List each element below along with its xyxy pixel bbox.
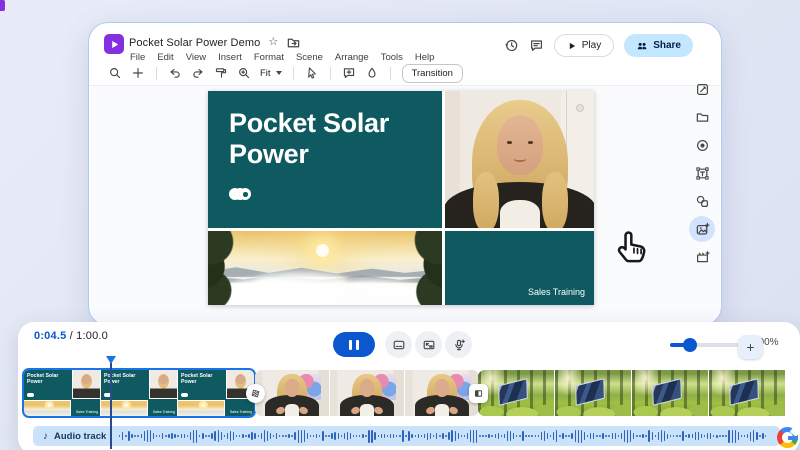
webcam-thumbnail[interactable] — [405, 370, 479, 416]
app-window: Pocket Solar Power Demo ☆ File Edit View… — [88, 22, 722, 326]
presenter-face — [497, 115, 543, 175]
add-icon[interactable] — [131, 66, 145, 80]
add-comment-icon[interactable] — [342, 66, 356, 80]
paint-format-icon[interactable] — [214, 66, 228, 80]
toolbar-separator — [293, 67, 294, 80]
chevron-down-icon — [276, 71, 282, 75]
shapes-icon[interactable] — [689, 188, 715, 214]
brand-logo — [229, 188, 251, 200]
menu-bar: File Edit View Insert Format Scene Arran… — [130, 52, 434, 63]
audio-track[interactable]: ♪ Audio track — [33, 426, 780, 446]
move-folder-icon[interactable] — [286, 35, 301, 50]
menu-view[interactable]: View — [186, 52, 206, 63]
menu-file[interactable]: File — [130, 52, 145, 63]
slide-footer-text: Sales Training — [528, 287, 585, 297]
clips-track: Pocket Solar PowerSales Training Pocket … — [22, 368, 800, 418]
clip-webcam[interactable] — [255, 370, 479, 416]
presenter-video[interactable] — [445, 91, 594, 228]
comments-icon[interactable] — [529, 38, 544, 53]
share-button[interactable]: Share — [624, 34, 693, 57]
menu-insert[interactable]: Insert — [218, 52, 242, 63]
select-cursor-icon[interactable] — [305, 66, 319, 80]
screen: Pocket Solar Power Demo ☆ File Edit View… — [0, 0, 800, 450]
slide-title: Pocket Solar Power — [229, 108, 442, 169]
slide-canvas[interactable]: Pocket Solar Power — [208, 91, 594, 305]
version-history-icon[interactable] — [504, 38, 519, 53]
document-title[interactable]: Pocket Solar Power Demo — [129, 37, 260, 49]
slide-title-block[interactable]: Pocket Solar Power — [208, 91, 442, 228]
webcam-thumbnail[interactable] — [330, 370, 404, 416]
pause-button[interactable] — [333, 332, 375, 357]
background-fill-icon[interactable] — [365, 66, 379, 80]
record-icon[interactable] — [689, 132, 715, 158]
scene-thumbnail[interactable]: Pocket Solar PowerSales Training — [24, 370, 100, 416]
webcam-thumbnail[interactable] — [255, 370, 329, 416]
zoom-icon[interactable] — [237, 66, 251, 80]
time-display: 0:04.5 / 1:00.0 — [34, 330, 108, 342]
timeline-panel: 0:04.5 / 1:00.0 100% Pocket Solar PowerS… — [18, 322, 800, 450]
audio-waveform — [119, 426, 766, 446]
playhead-line[interactable] — [110, 363, 112, 449]
menu-help[interactable]: Help — [415, 52, 435, 63]
fit-label: Fit — [260, 68, 271, 79]
decorative-fragment — [0, 0, 5, 11]
sunrise-photo[interactable] — [208, 231, 442, 305]
menu-format[interactable]: Format — [254, 52, 284, 63]
insert-rail — [689, 76, 715, 270]
search-icon[interactable] — [108, 66, 122, 80]
captions-button[interactable] — [385, 331, 412, 358]
slider-thumb[interactable] — [683, 338, 697, 352]
menu-arrange[interactable]: Arrange — [335, 52, 369, 63]
music-note-icon: ♪ — [43, 431, 48, 442]
clip-title-scene[interactable]: Pocket Solar PowerSales Training Pocket … — [22, 368, 256, 418]
fit-dropdown[interactable]: Fit — [260, 68, 282, 79]
picture-in-picture-button[interactable] — [415, 331, 442, 358]
scene-thumbnail[interactable]: Pocket Solar PowerSales Training — [101, 370, 177, 416]
menu-edit[interactable]: Edit — [157, 52, 173, 63]
slide-footer-block[interactable]: Sales Training — [445, 231, 594, 305]
scene-thumbnail[interactable]: Pocket Solar PowerSales Training — [178, 370, 254, 416]
undo-icon[interactable] — [168, 66, 182, 80]
presenter-shirt — [500, 200, 540, 228]
menu-scene[interactable]: Scene — [296, 52, 323, 63]
forest-thumbnail[interactable] — [478, 370, 554, 416]
forest-thumbnail[interactable] — [709, 370, 785, 416]
edit-note-icon[interactable] — [689, 76, 715, 102]
share-label: Share — [653, 40, 681, 51]
add-image-icon[interactable] — [689, 216, 715, 242]
vids-app-icon — [104, 34, 124, 54]
add-clip-icon[interactable] — [689, 244, 715, 270]
text-box-icon[interactable] — [689, 160, 715, 186]
forest-thumbnail[interactable] — [555, 370, 631, 416]
current-time: 0:04.5 — [34, 330, 66, 342]
google-logo — [777, 427, 798, 448]
play-button[interactable]: Play — [554, 34, 614, 57]
redo-icon[interactable] — [191, 66, 205, 80]
forest-thumbnail[interactable] — [632, 370, 708, 416]
toolbar-separator — [156, 67, 157, 80]
hand-cursor — [610, 226, 652, 270]
transition-indicator-button[interactable] — [469, 384, 488, 403]
play-label: Play — [582, 40, 601, 51]
toolbar-separator — [390, 67, 391, 80]
audio-track-label: Audio track — [54, 431, 106, 442]
record-voiceover-button[interactable] — [445, 331, 472, 358]
title-row: Pocket Solar Power Demo ☆ — [129, 35, 301, 50]
clip-solar-panel[interactable] — [478, 370, 800, 416]
add-scene-button[interactable]: + — [738, 335, 763, 359]
star-icon[interactable]: ☆ — [268, 37, 278, 48]
toolbar-separator — [330, 67, 331, 80]
transition-button[interactable]: Transition — [402, 64, 463, 83]
menu-tools[interactable]: Tools — [381, 52, 403, 63]
toolbar: Fit Transition — [108, 64, 463, 82]
total-time: 1:00.0 — [76, 330, 108, 342]
header-actions: Play Share — [504, 34, 693, 57]
folder-icon[interactable] — [689, 104, 715, 130]
transition-indicator-button[interactable] — [246, 384, 265, 403]
timeline-zoom-slider[interactable] — [670, 343, 744, 347]
